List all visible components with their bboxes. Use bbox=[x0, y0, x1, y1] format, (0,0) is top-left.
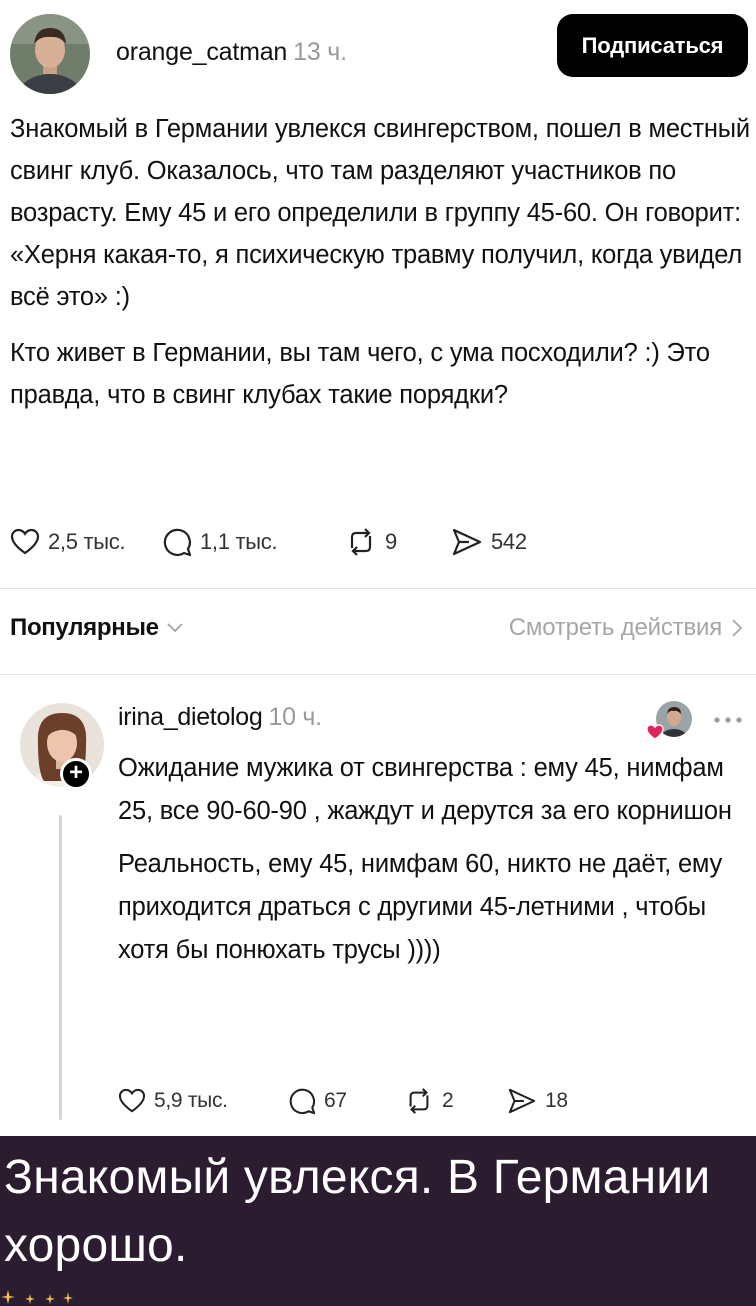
post-author[interactable]: orange_catman 13 ч. bbox=[116, 38, 347, 67]
author-avatar[interactable] bbox=[10, 14, 90, 94]
divider bbox=[0, 674, 756, 675]
like-button[interactable]: 2,5 тыс. bbox=[10, 528, 162, 556]
heart-icon bbox=[118, 1088, 146, 1113]
view-actions-label: Смотреть действия bbox=[508, 614, 722, 641]
like-count: 2,5 тыс. bbox=[48, 529, 126, 554]
more-options-icon[interactable] bbox=[713, 716, 743, 724]
comment-author[interactable]: irina_dietolog 10 ч. bbox=[118, 703, 322, 732]
post-paragraph: Кто живет в Германии, вы там чего, с ума… bbox=[10, 339, 710, 409]
follow-plus-icon[interactable]: + bbox=[60, 758, 92, 790]
repost-icon bbox=[350, 528, 372, 556]
repost-count: 9 bbox=[385, 529, 397, 554]
share-icon bbox=[452, 528, 482, 556]
post-header: orange_catman 13 ч. Подписаться bbox=[0, 14, 756, 94]
caption-banner: Знакомый увлекся. В Германии хорошо. bbox=[0, 1136, 756, 1306]
post-actions: 2,5 тыс. 1,1 тыс. 9 542 bbox=[10, 522, 527, 562]
reply-button[interactable]: 1,1 тыс. bbox=[162, 527, 345, 557]
sort-dropdown[interactable]: Популярные bbox=[10, 614, 183, 642]
post-text: Знакомый в Германии увлекся свингерством… bbox=[10, 108, 750, 416]
post-paragraph: Знакомый в Германии увлекся свингерством… bbox=[10, 115, 750, 311]
caption-text: Знакомый увлекся. В Германии хорошо. bbox=[4, 1151, 711, 1272]
comment-actions: 5,9 тыс. 67 2 18 bbox=[118, 1081, 568, 1121]
chevron-right-icon bbox=[732, 619, 742, 637]
thread-line bbox=[59, 815, 62, 1120]
comment-paragraph: Реальность, ему 45, нимфам 60, никто не … bbox=[118, 850, 723, 964]
comment-like-button[interactable]: 5,9 тыс. bbox=[118, 1088, 288, 1114]
comment-time: 10 ч. bbox=[268, 703, 323, 731]
subscribe-button[interactable]: Подписаться bbox=[557, 14, 748, 77]
reply-count: 1,1 тыс. bbox=[200, 529, 278, 554]
share-button[interactable]: 542 bbox=[451, 527, 527, 557]
liked-heart-icon bbox=[646, 724, 664, 740]
divider bbox=[0, 588, 756, 589]
comment-share-button[interactable]: 18 bbox=[507, 1087, 568, 1115]
comment-reply-button[interactable]: 67 bbox=[288, 1087, 404, 1115]
post-time: 13 ч. bbox=[293, 38, 347, 66]
comment-reply-count: 67 bbox=[324, 1089, 347, 1112]
sort-label: Популярные bbox=[10, 614, 159, 641]
comment-author-name[interactable]: irina_dietolog bbox=[118, 703, 263, 731]
chevron-down-icon bbox=[167, 623, 183, 633]
repost-button[interactable]: 9 bbox=[345, 527, 451, 557]
heart-icon bbox=[10, 528, 40, 555]
comment-repost-button[interactable]: 2 bbox=[404, 1087, 507, 1115]
post-author-name[interactable]: orange_catman bbox=[116, 38, 287, 66]
comment-icon bbox=[163, 528, 192, 557]
view-actions-link[interactable]: Смотреть действия bbox=[509, 614, 742, 642]
comment-text: Ожидание мужика от свингерства : ему 45,… bbox=[118, 747, 753, 972]
comment-share-count: 18 bbox=[545, 1089, 568, 1112]
comment-icon bbox=[289, 1088, 316, 1115]
share-count: 542 bbox=[491, 529, 527, 554]
comment-like-count: 5,9 тыс. bbox=[154, 1089, 228, 1112]
sparkle-icon bbox=[1, 1290, 73, 1304]
repost-icon bbox=[409, 1088, 429, 1114]
comment-repost-count: 2 bbox=[442, 1089, 454, 1112]
comment-paragraph: Ожидание мужика от свингерства : ему 45,… bbox=[118, 754, 732, 825]
share-icon bbox=[508, 1088, 536, 1114]
